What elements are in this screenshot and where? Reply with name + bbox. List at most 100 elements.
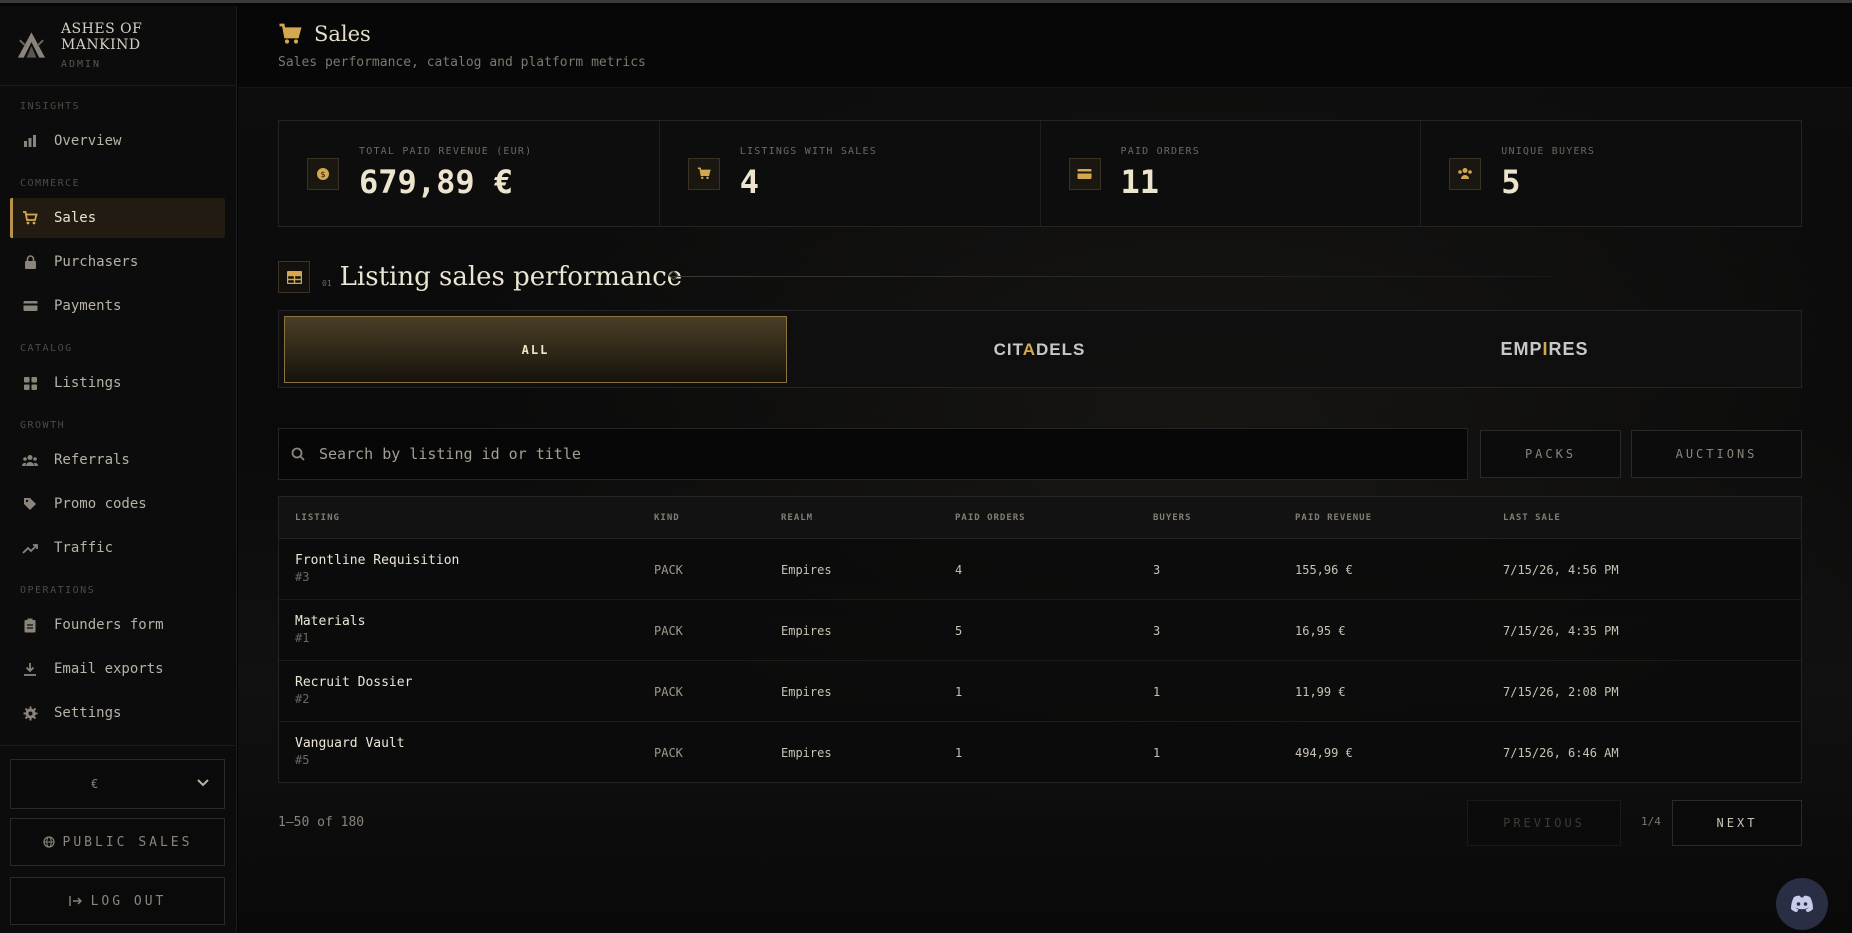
filter-auctions-button[interactable]: AUCTIONS	[1631, 430, 1802, 478]
paid-orders: 1	[955, 685, 963, 699]
table-row[interactable]: Materials #1 PACK Empires 5 3 16,95 € 7/…	[279, 600, 1801, 661]
logout-icon	[68, 895, 83, 907]
stat-label: UNIQUE BUYERS	[1501, 146, 1596, 157]
globe-icon	[42, 836, 55, 848]
sidebar-item-label: Overview	[54, 133, 122, 149]
stat-label: TOTAL PAID REVENUE (EUR)	[359, 146, 533, 157]
search-input[interactable]	[319, 445, 1319, 463]
grid-icon	[22, 375, 38, 391]
column-header[interactable]: LAST SALE	[1503, 513, 1561, 523]
listing-realm: Empires	[781, 624, 832, 638]
next-button[interactable]: NEXT	[1672, 800, 1802, 846]
listing-kind: PACK	[654, 746, 683, 760]
sidebar-item-label: Listings	[54, 375, 122, 391]
tab-empires[interactable]: EMPIRES	[1292, 316, 1797, 383]
column-header[interactable]: REALM	[781, 513, 813, 523]
sidebar-item-purchasers[interactable]: Purchasers	[10, 242, 225, 282]
empires-logo-part: RES	[1548, 339, 1589, 359]
tab-citadels[interactable]: CITADELS	[787, 316, 1292, 383]
card-icon	[22, 298, 38, 314]
search-box	[278, 428, 1468, 480]
stat-value: 5	[1501, 163, 1521, 201]
logout-button[interactable]: LOG OUT	[10, 877, 225, 925]
public-sales-label: PUBLIC SALES	[62, 834, 193, 850]
table-row[interactable]: Recruit Dossier #2 PACK Empires 1 1 11,9…	[279, 661, 1801, 722]
citadels-logo-accent: A	[1022, 339, 1037, 359]
tab-all[interactable]: ALL	[284, 316, 787, 383]
page-header: Sales Sales performance, catalog and pla…	[238, 6, 1852, 88]
card-icon	[1068, 157, 1101, 190]
lock-icon	[22, 254, 38, 270]
section-title: Listing sales performance	[339, 262, 683, 292]
column-header[interactable]: PAID ORDERS	[955, 513, 1026, 523]
currency-select[interactable]: €	[10, 759, 225, 809]
paid-orders: 4	[955, 563, 963, 577]
results-count: 1–50 of 180	[278, 815, 365, 830]
paid-orders: 5	[955, 624, 963, 638]
sidebar-item-overview[interactable]: Overview	[10, 121, 225, 161]
section-heading: 01 Listing sales performance	[278, 261, 682, 293]
listing-kind: PACK	[654, 624, 683, 638]
section-divider	[672, 276, 1552, 277]
section-label-commerce: COMMERCE	[20, 178, 81, 189]
sidebar-item-settings[interactable]: Settings	[10, 693, 225, 733]
empires-logo: EMPIRES	[1500, 339, 1588, 360]
coin-icon: $	[307, 157, 339, 190]
listing-id: #2	[295, 692, 310, 706]
citadels-logo: CITADELS	[994, 340, 1086, 360]
sidebar-item-label: Founders form	[54, 617, 164, 633]
discord-button[interactable]	[1776, 878, 1828, 930]
paid-revenue: 16,95 €	[1295, 624, 1346, 638]
listing-realm: Empires	[781, 563, 832, 577]
stat-listings-with-sales: LISTINGS WITH SALES 4	[660, 121, 1041, 226]
listing-realm: Empires	[781, 685, 832, 699]
sidebar-item-payments[interactable]: Payments	[10, 286, 225, 326]
brand-name: ASHES OF MANKIND	[60, 21, 143, 53]
buyers: 1	[1153, 746, 1161, 760]
cart-icon	[22, 210, 38, 226]
sidebar-item-label: Traffic	[54, 540, 114, 556]
sidebar-item-referrals[interactable]: Referrals	[10, 440, 225, 480]
cart-icon	[687, 157, 720, 190]
filter-packs-button[interactable]: PACKS	[1480, 430, 1621, 478]
sidebar-item-listings[interactable]: Listings	[10, 363, 225, 403]
last-sale: 7/15/26, 2:08 PM	[1503, 685, 1619, 699]
paid-orders: 1	[955, 746, 963, 760]
last-sale: 7/15/26, 4:35 PM	[1503, 624, 1619, 638]
listing-realm: Empires	[781, 746, 832, 760]
previous-button[interactable]: PREVIOUS	[1467, 800, 1621, 846]
column-header[interactable]: PAID REVENUE	[1295, 513, 1372, 523]
sidebar-item-sales[interactable]: Sales	[10, 198, 225, 238]
column-header[interactable]: LISTING	[295, 513, 340, 523]
table-row[interactable]: Vanguard Vault #5 PACK Empires 1 1 494,9…	[279, 722, 1801, 783]
page-indicator: 1/4	[1641, 815, 1661, 828]
chevron-down-icon	[196, 777, 210, 792]
search-icon	[291, 447, 305, 461]
sidebar-item-founders-form[interactable]: Founders form	[10, 605, 225, 645]
stats-bar: $ TOTAL PAID REVENUE (EUR) 679,89 € LIST…	[278, 120, 1802, 227]
stat-total-revenue: $ TOTAL PAID REVENUE (EUR) 679,89 €	[279, 121, 660, 226]
stat-label: PAID ORDERS	[1120, 146, 1200, 157]
column-header[interactable]: BUYERS	[1153, 513, 1192, 523]
sidebar-item-promo-codes[interactable]: Promo codes	[10, 484, 225, 524]
public-sales-button[interactable]: PUBLIC SALES	[10, 818, 225, 866]
section-label-catalog: CATALOG	[20, 343, 73, 354]
tag-icon	[22, 496, 38, 512]
buyers: 3	[1153, 624, 1161, 638]
stat-value: 4	[739, 163, 760, 201]
citadels-logo-part: DELS	[1036, 339, 1086, 359]
brand: ASHES OF MANKIND ADMIN	[0, 6, 236, 86]
column-header[interactable]: KIND	[654, 513, 680, 523]
currency-value: €	[91, 777, 99, 791]
sidebar-item-email-exports[interactable]: Email exports	[10, 649, 225, 689]
table-row[interactable]: Frontline Requisition #3 PACK Empires 4 …	[279, 539, 1801, 600]
gear-icon	[22, 705, 38, 721]
page-subtitle: Sales performance, catalog and platform …	[278, 55, 646, 70]
sales-table: LISTING KIND REALM PAID ORDERS BUYERS PA…	[278, 496, 1802, 783]
listing-title: Frontline Requisition	[295, 553, 460, 568]
last-sale: 7/15/26, 4:56 PM	[1503, 563, 1619, 577]
table-header: LISTING KIND REALM PAID ORDERS BUYERS PA…	[279, 497, 1801, 539]
sidebar-item-traffic[interactable]: Traffic	[10, 528, 225, 568]
sidebar-item-label: Purchasers	[54, 254, 139, 270]
brand-sub: ADMIN	[60, 59, 102, 70]
